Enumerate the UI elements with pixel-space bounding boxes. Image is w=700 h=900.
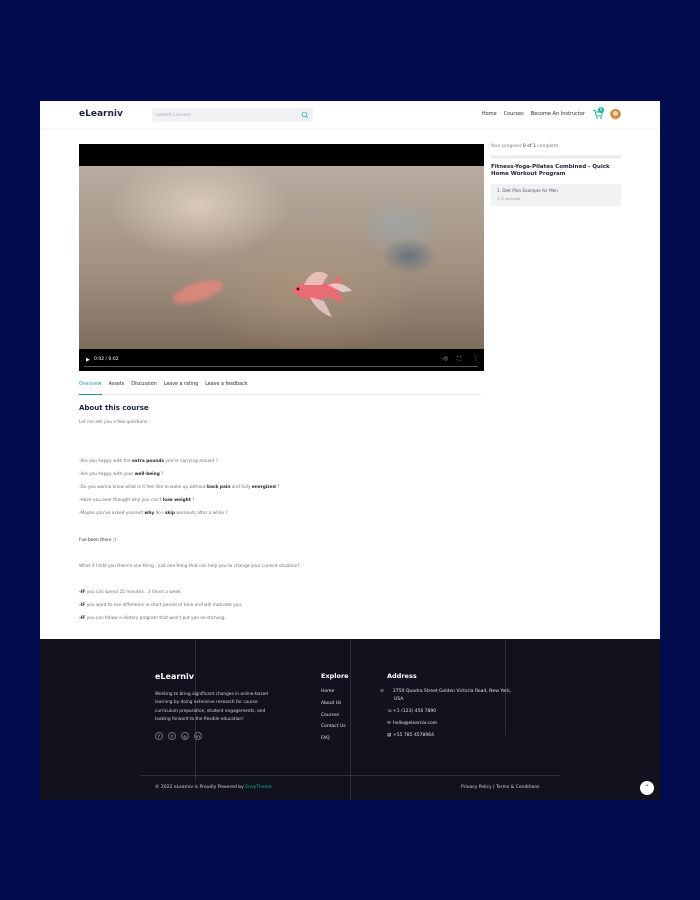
about-if-item: -IF you can spend 25 minutes , 3 times a… bbox=[79, 590, 182, 595]
about-question: -Are you happy with your well-being ? bbox=[79, 472, 164, 477]
nav-home[interactable]: Home bbox=[482, 111, 497, 117]
tab-assets[interactable]: Assets bbox=[109, 382, 125, 395]
site-header: eLearniv Home Courses Become An Instruct… bbox=[40, 101, 660, 128]
privacy-policy-link[interactable]: Privacy Policy bbox=[461, 785, 492, 790]
about-question: -Are you happy with the extra pounds you… bbox=[79, 459, 218, 464]
footer-link-contact[interactable]: Contact Us bbox=[321, 724, 346, 729]
about-been-there: I've been there :) bbox=[79, 538, 116, 543]
fullscreen-icon[interactable]: ⛶ bbox=[457, 356, 461, 362]
footer-address: ⊙ 2750 Quadra Street Golden Victoria Road… bbox=[380, 689, 512, 702]
video-controls: ▶ 0:02 / 0:02 ◁) ⛶ ⋮ bbox=[79, 349, 484, 371]
footer-legal-links: Privacy Policy | Terms & Conditions bbox=[461, 785, 540, 790]
footer-explore-heading: Explore bbox=[321, 672, 349, 680]
linkedin-icon[interactable]: in bbox=[194, 732, 202, 740]
search-bar[interactable] bbox=[152, 108, 313, 122]
video-time: 0:02 / 0:02 bbox=[94, 357, 119, 362]
about-if-item: -IF you can follow a dietary program tha… bbox=[79, 616, 226, 621]
tab-discussion[interactable]: Discussion bbox=[131, 382, 157, 395]
search-input[interactable] bbox=[156, 110, 296, 120]
footer-link-faq[interactable]: FAQ bbox=[321, 736, 330, 741]
footer-email[interactable]: ✉ hello@elearniv.com bbox=[387, 720, 437, 728]
terms-link[interactable]: Terms & Conditions bbox=[496, 785, 539, 790]
footer-decor-line bbox=[140, 775, 560, 776]
footer-address-heading: Address bbox=[387, 672, 417, 680]
about-question: -Do you wanna know what is it feel like … bbox=[79, 485, 280, 490]
chevron-up-icon: ⌃ bbox=[644, 784, 650, 791]
fish-image bbox=[292, 271, 352, 317]
progress-text: Your progress 0 of 1 complete bbox=[491, 144, 559, 149]
course-title: Fitness-Yoga-Pilates Combined - Quick Ho… bbox=[491, 164, 610, 177]
play-icon[interactable]: ▶ bbox=[86, 357, 90, 363]
back-to-top-button[interactable]: ⌃ bbox=[640, 781, 654, 795]
tab-overview[interactable]: Overview bbox=[79, 382, 102, 395]
lesson-title: 1. Diet Plan Example for Men bbox=[497, 188, 558, 193]
footer-logo[interactable]: eLearniv bbox=[155, 672, 194, 681]
footer-decor-line bbox=[505, 639, 506, 735]
video-progress-bar[interactable] bbox=[84, 366, 478, 367]
about-question: -Maybe you've asked yourself why do I sk… bbox=[79, 511, 228, 516]
about-intro: Let me ask you a few questions ; bbox=[79, 420, 150, 425]
tab-leave-rating[interactable]: Leave a rating bbox=[164, 382, 198, 395]
more-options-icon[interactable]: ⋮ bbox=[473, 356, 478, 362]
site-logo[interactable]: eLearniv bbox=[79, 109, 123, 119]
main-nav: Home Courses Become An Instructor bbox=[482, 111, 585, 117]
instagram-icon[interactable]: ◎ bbox=[181, 732, 189, 740]
facebook-icon[interactable]: f bbox=[155, 732, 163, 740]
progress-bar bbox=[491, 155, 621, 159]
twitter-icon[interactable]: t bbox=[168, 732, 176, 740]
user-avatar[interactable] bbox=[610, 109, 621, 120]
about-if-item: -IF you want to see difference in short … bbox=[79, 603, 243, 608]
about-heading: About this course bbox=[79, 404, 149, 412]
search-icon[interactable] bbox=[301, 111, 309, 119]
tab-leave-feedback[interactable]: Leave a feedback bbox=[205, 382, 247, 395]
nav-courses[interactable]: Courses bbox=[504, 111, 524, 117]
footer-about-text: Working to bring significant changes in … bbox=[155, 692, 268, 722]
footer-link-about[interactable]: About Us bbox=[321, 701, 341, 706]
site-footer: eLearniv Working to bring significant ch… bbox=[40, 639, 660, 800]
envytheme-link[interactable]: EnvyTheme bbox=[245, 785, 272, 790]
footer-phone[interactable]: ☏+1 (123) 456 7890 bbox=[387, 708, 436, 716]
course-tabs: Overview Assets Discussion Leave a ratin… bbox=[79, 382, 481, 395]
about-question: -Have you ever thought why you can't los… bbox=[79, 498, 195, 503]
lesson-duration: ⊙ 0 seconds bbox=[497, 196, 521, 201]
about-what-if: What if I told you there's one thing , j… bbox=[79, 564, 300, 569]
lesson-item[interactable]: 1. Diet Plan Example for Men ⊙ 0 seconds bbox=[491, 184, 621, 206]
cart-count-badge: 0 bbox=[598, 107, 604, 113]
page: eLearniv Home Courses Become An Instruct… bbox=[40, 101, 660, 800]
blurred-fish-image bbox=[170, 275, 226, 309]
volume-icon[interactable]: ◁) bbox=[442, 356, 448, 362]
video-player[interactable]: ▶ 0:02 / 0:02 ◁) ⛶ ⋮ bbox=[79, 144, 484, 371]
video-frame bbox=[79, 166, 484, 349]
nav-become-instructor[interactable]: Become An Instructor bbox=[531, 111, 585, 117]
footer-link-home[interactable]: Home bbox=[321, 689, 334, 694]
footer-fax: ▤ +55 785 4578964 bbox=[387, 733, 434, 738]
footer-link-courses[interactable]: Courses bbox=[321, 713, 339, 718]
footer-copyright: © 2022 eLearniv is Proudly Powered by En… bbox=[155, 785, 272, 790]
